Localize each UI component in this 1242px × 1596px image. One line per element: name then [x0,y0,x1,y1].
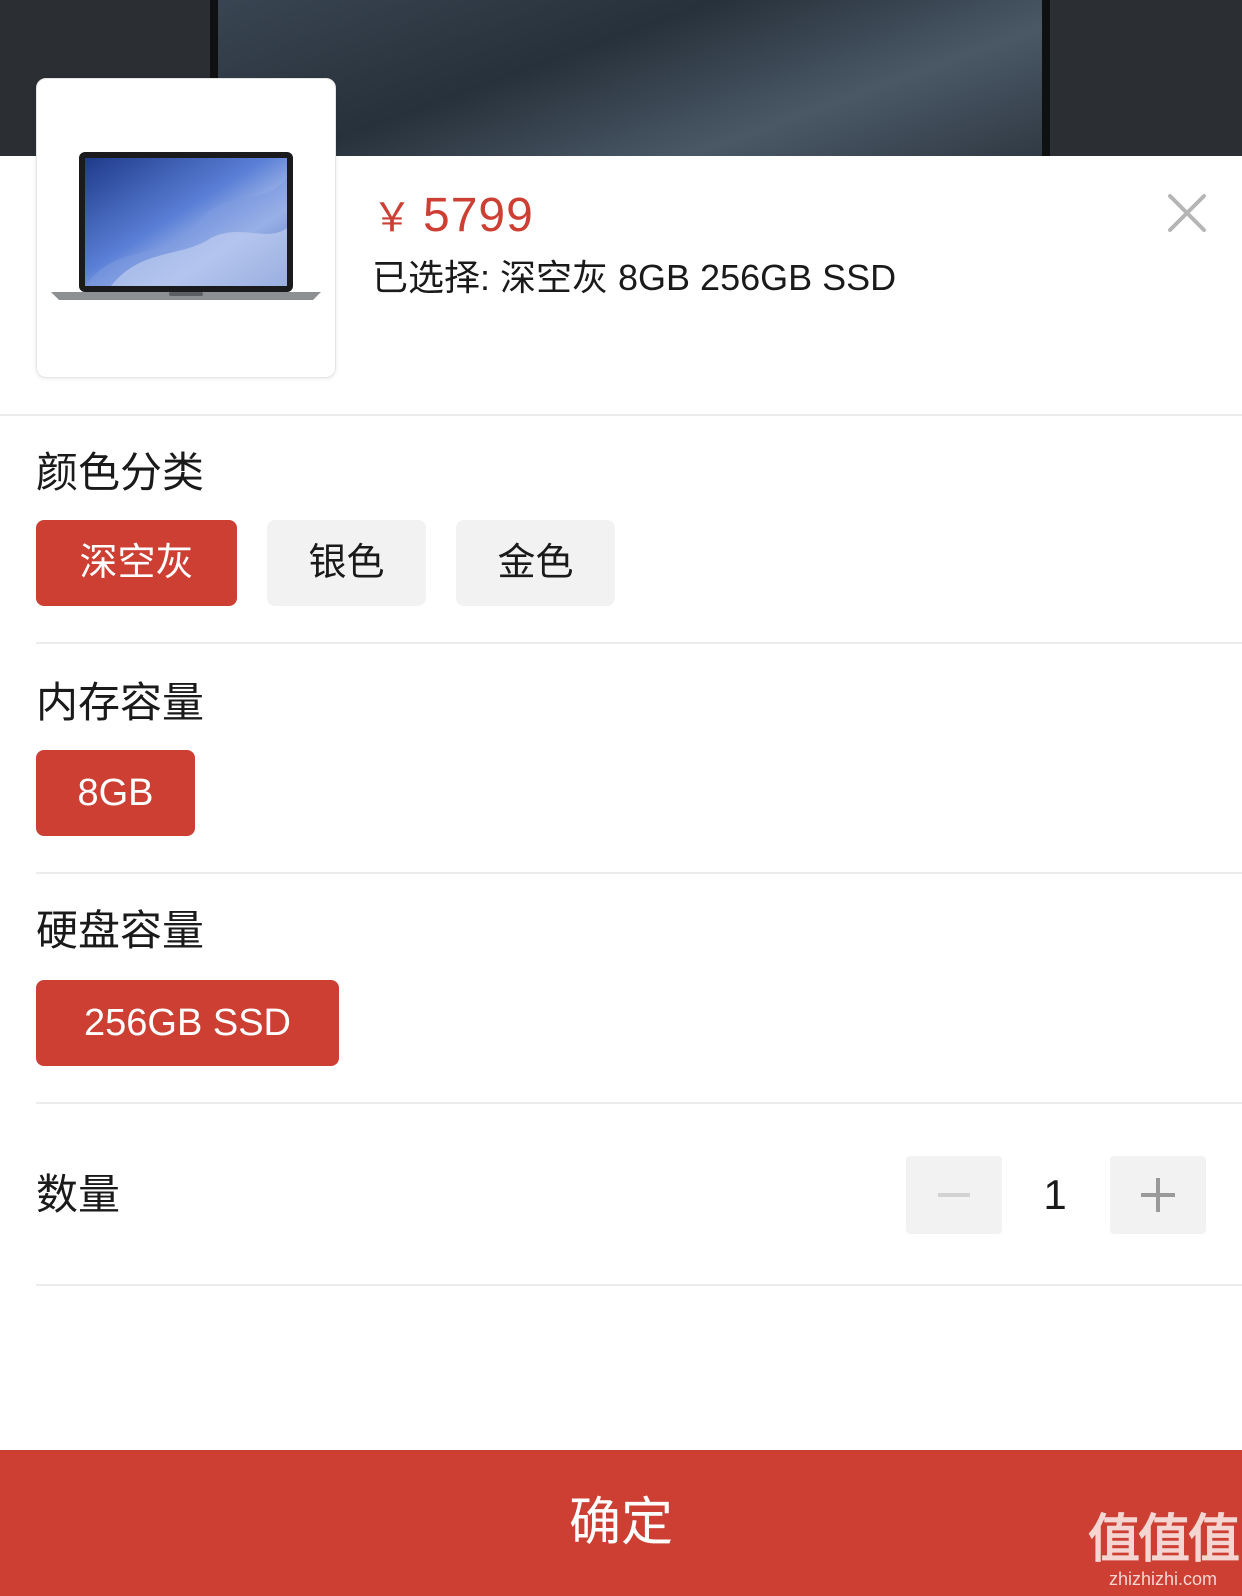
currency-symbol: ￥ [372,196,413,240]
quantity-increase-button[interactable] [1110,1156,1206,1234]
laptop-image-icon [51,152,321,300]
price-label: ￥ 5799 [372,190,534,244]
color-section-title: 颜色分类 [36,449,205,496]
option-memory-8gb[interactable]: 8GB [36,750,195,836]
option-color-gold[interactable]: 金色 [456,520,615,606]
plus-icon [1141,1178,1175,1212]
watermark-logo-text: 值值值 [1088,1511,1240,1569]
option-storage-256gb-ssd[interactable]: 256GB SSD [36,980,339,1066]
storage-section-title: 硬盘容量 [36,907,205,954]
divider [0,414,1242,416]
option-color-silver[interactable]: 银色 [267,520,426,606]
divider [36,642,1242,644]
product-thumbnail [36,78,336,378]
quantity-decrease-button[interactable] [906,1156,1002,1234]
divider [36,872,1242,874]
quantity-value: 1 [1043,1171,1067,1218]
quantity-label: 数量 [36,1171,121,1218]
close-icon [1168,194,1206,232]
option-color-space-gray[interactable]: 深空灰 [36,520,237,606]
watermark-url: zhizhizhi.com [1108,1569,1218,1589]
confirm-button[interactable]: 确定 [0,1450,1242,1596]
divider [36,1284,1242,1286]
memory-section-title: 内存容量 [36,679,205,726]
laptop-screen-backdrop [210,0,1050,160]
divider [36,1102,1242,1104]
selected-spec-text: 已选择: 深空灰 8GB 256GB SSD [372,257,897,298]
price-value: 5799 [423,189,534,242]
sku-selector-screen: ￥ 5799 已选择: 深空灰 8GB 256GB SSD 颜色分类 深空灰 银色… [0,0,1242,1596]
watermark: 值值值 zhizhizhi.com [1088,1511,1240,1590]
minus-icon [938,1193,970,1197]
close-button[interactable] [1162,188,1212,238]
